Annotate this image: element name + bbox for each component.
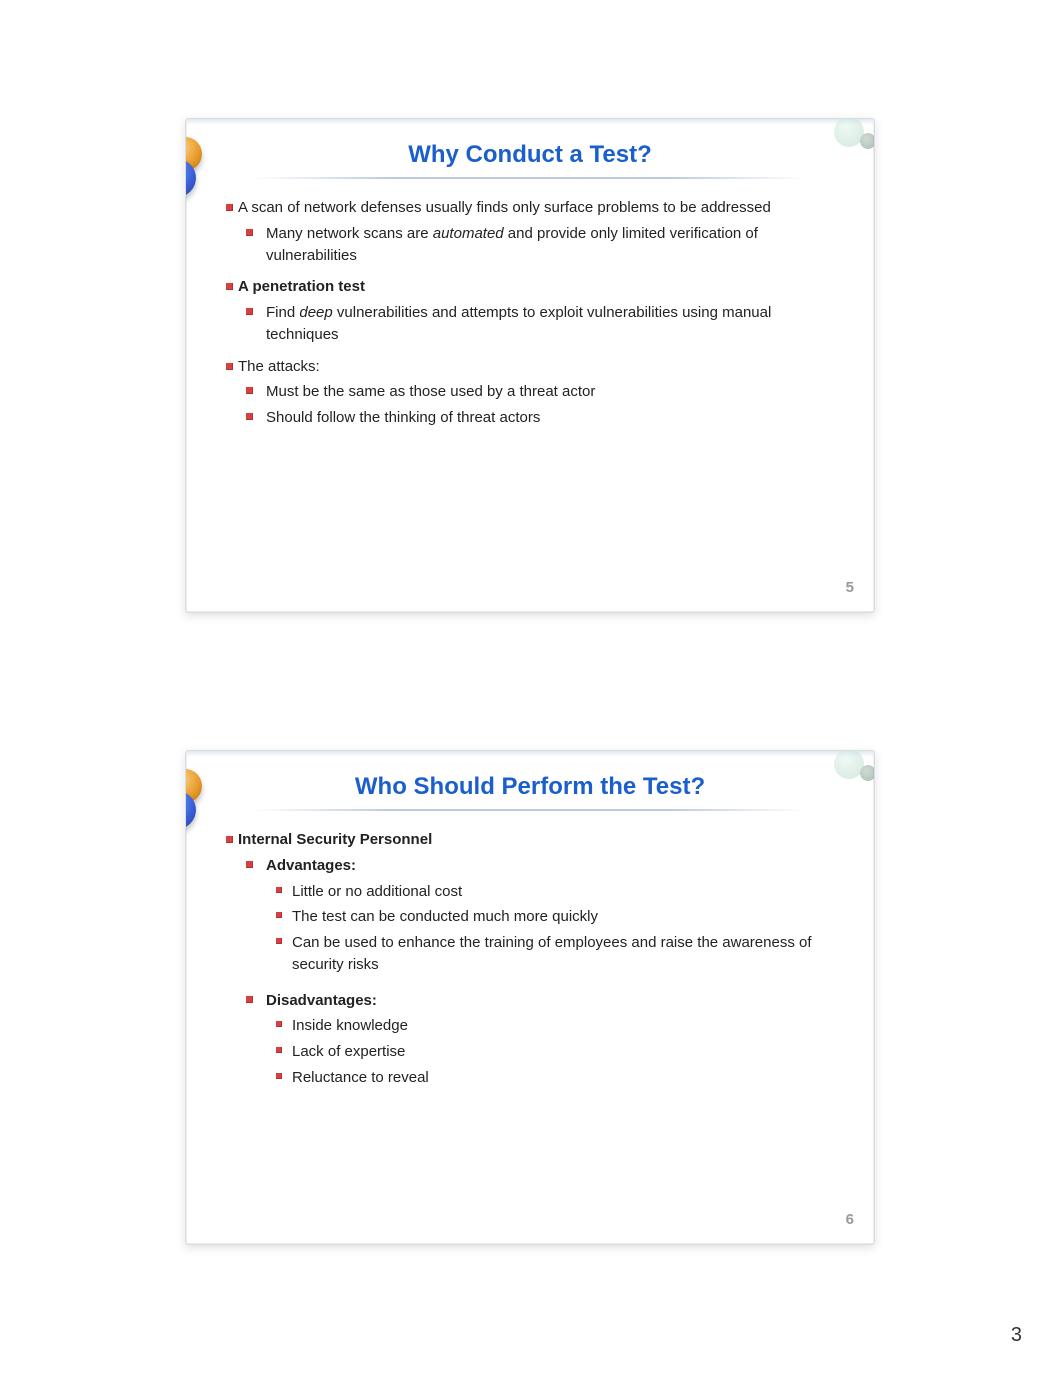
bullet: Must be the same as those used by a thre… xyxy=(242,381,844,403)
bullet-text-emphasis: automated xyxy=(433,225,504,242)
bullet-text: Lack of expertise xyxy=(292,1043,405,1060)
bullet-text: The attacks: xyxy=(238,358,320,375)
bullet-text: Should follow the thinking of threat act… xyxy=(266,409,540,426)
bullet: The attacks: xyxy=(222,356,844,378)
decoration-spheres-left-icon xyxy=(185,769,218,829)
slide-title: Why Conduct a Test? xyxy=(408,141,652,169)
bullet: Should follow the thinking of threat act… xyxy=(242,407,844,429)
bullet: The test can be conducted much more quic… xyxy=(268,906,844,928)
bullet: A scan of network defenses usually finds… xyxy=(222,197,844,219)
title-divider xyxy=(254,177,807,179)
bullet: Disadvantages: xyxy=(242,990,844,1012)
bullet: Internal Security Personnel xyxy=(222,829,844,851)
slide-content: A scan of network defenses usually finds… xyxy=(216,197,844,429)
bullet-text-part: Find xyxy=(266,304,299,321)
title-divider xyxy=(254,809,807,811)
bullet: Find deep vulnerabilities and attempts t… xyxy=(242,302,844,346)
bullet-text-part: Many network scans are xyxy=(266,225,433,242)
bullet-text: The test can be conducted much more quic… xyxy=(292,908,598,925)
bullet-text-part: vulnerabilities and attempts to exploit … xyxy=(266,304,771,343)
slide-why-conduct-test: Why Conduct a Test? A scan of network de… xyxy=(185,118,875,613)
bullet: Many network scans are automated and pro… xyxy=(242,223,844,267)
bullet-text: A scan of network defenses usually finds… xyxy=(238,199,771,216)
bullet-text: Can be used to enhance the training of e… xyxy=(292,934,812,973)
slide-title-row: Why Conduct a Test? xyxy=(216,141,844,169)
slide-title-row: Who Should Perform the Test? xyxy=(216,773,844,801)
bullet: Lack of expertise xyxy=(268,1041,844,1063)
bullet: A penetration test xyxy=(222,276,844,298)
slide-content: Internal Security Personnel Advantages: … xyxy=(216,829,844,1089)
bullet: Inside knowledge xyxy=(268,1015,844,1037)
bullet: Can be used to enhance the training of e… xyxy=(268,932,844,976)
slide-who-should-perform: Who Should Perform the Test? Internal Se… xyxy=(185,750,875,1245)
bullet: Little or no additional cost xyxy=(268,881,844,903)
bullet-text: Internal Security Personnel xyxy=(238,831,432,848)
bullet-text: Little or no additional cost xyxy=(292,883,462,900)
slide-title: Who Should Perform the Test? xyxy=(355,773,705,801)
slide-number: 5 xyxy=(846,579,854,596)
bullet-text-emphasis: deep xyxy=(299,304,332,321)
decoration-spheres-left-icon xyxy=(185,137,218,197)
bullet-text: Inside knowledge xyxy=(292,1017,408,1034)
page-number: 3 xyxy=(1011,1324,1022,1347)
bullet-text: Advantages: xyxy=(266,857,356,874)
slide-number: 6 xyxy=(846,1211,854,1228)
bullet: Reluctance to reveal xyxy=(268,1067,844,1089)
bullet-text: Reluctance to reveal xyxy=(292,1069,429,1086)
bullet-text: Disadvantages: xyxy=(266,992,377,1009)
bullet-text: A penetration test xyxy=(238,278,365,295)
bullet-text: Must be the same as those used by a thre… xyxy=(266,383,595,400)
bullet: Advantages: xyxy=(242,855,844,877)
